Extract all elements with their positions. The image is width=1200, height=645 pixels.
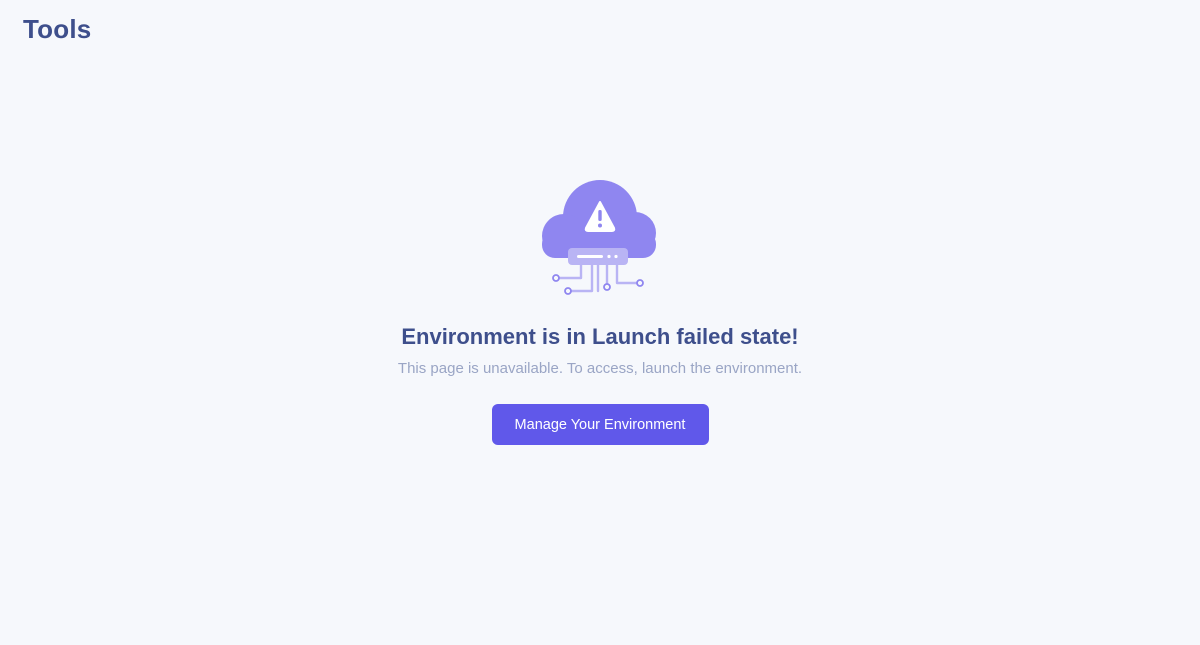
empty-state-heading: Environment is in Launch failed state! [401,324,799,349]
environment-failed-empty-state: Environment is in Launch failed state! T… [0,176,1200,445]
manage-environment-button[interactable]: Manage Your Environment [491,404,709,445]
page-title: Tools [23,14,92,44]
tools-page: Tools Environment is in Launch failed st… [0,0,1200,645]
empty-state-message: This page is unavailable. To access, lau… [397,360,803,377]
cloud-server-warning-icon [542,180,656,295]
